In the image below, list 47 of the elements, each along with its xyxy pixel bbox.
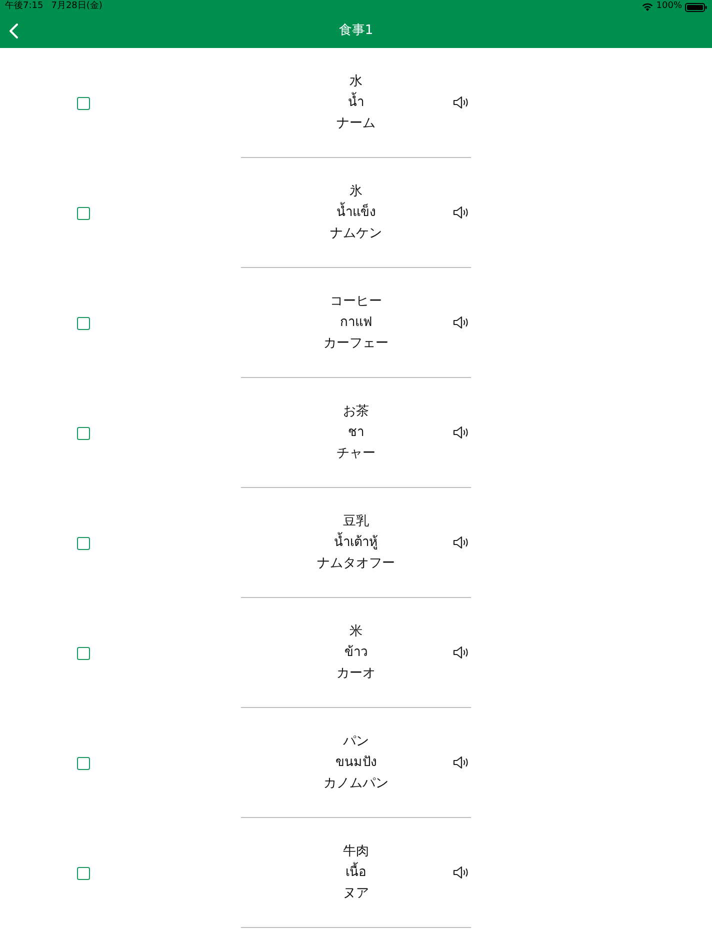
status-time: 午後7:15 (5, 0, 44, 14)
katakana-reading: カーフェー (324, 335, 388, 352)
speaker-icon[interactable] (453, 316, 469, 329)
katakana-reading: チャー (336, 445, 376, 462)
katakana-reading: ナーム (336, 115, 376, 132)
thai-word: ข้าว (344, 644, 368, 661)
back-icon[interactable] (8, 23, 19, 39)
japanese-word: パン (343, 733, 369, 750)
speaker-icon[interactable] (453, 646, 469, 659)
battery-icon (685, 2, 707, 12)
thai-word: เนื้อ (346, 864, 366, 881)
battery-percent: 100% (656, 0, 682, 14)
katakana-reading: ナムタオフー (317, 555, 395, 572)
checkbox[interactable] (77, 96, 90, 110)
checkbox[interactable] (77, 866, 90, 880)
katakana-reading: カーオ (336, 665, 376, 682)
speaker-icon[interactable] (453, 866, 469, 879)
checkbox[interactable] (77, 756, 90, 770)
japanese-word: 米 (350, 623, 362, 640)
speaker-icon[interactable] (453, 96, 469, 109)
wifi-icon (642, 3, 654, 11)
checkbox[interactable] (77, 426, 90, 440)
japanese-word: お茶 (343, 403, 369, 420)
japanese-word: コーヒー (330, 293, 382, 310)
thai-word: น้ำ (348, 94, 364, 111)
japanese-word: 豆乳 (343, 513, 369, 530)
japanese-word: 水 (350, 73, 362, 90)
katakana-reading: ナムケン (330, 225, 382, 242)
thai-word: น้ำแข็ง (336, 204, 376, 221)
thai-word: กาแฟ (340, 314, 372, 331)
thai-word: น้ำเต้าหู้ (334, 534, 378, 551)
japanese-word: 牛肉 (343, 843, 369, 860)
thai-word: ขนมปัง (336, 754, 376, 771)
speaker-icon[interactable] (453, 756, 469, 769)
checkbox[interactable] (77, 536, 90, 550)
speaker-icon[interactable] (453, 206, 469, 219)
checkbox[interactable] (77, 206, 90, 220)
thai-word: ชา (348, 424, 364, 441)
status-date: 7月28日(金) (51, 0, 102, 14)
speaker-icon[interactable] (453, 536, 469, 549)
japanese-word: 氷 (350, 183, 362, 200)
checkbox[interactable] (77, 646, 90, 660)
checkbox[interactable] (77, 316, 90, 330)
katakana-reading: カノムパン (324, 775, 388, 792)
katakana-reading: ヌア (343, 885, 369, 902)
speaker-icon[interactable] (453, 426, 469, 439)
page-title: 食事1 (338, 22, 374, 40)
